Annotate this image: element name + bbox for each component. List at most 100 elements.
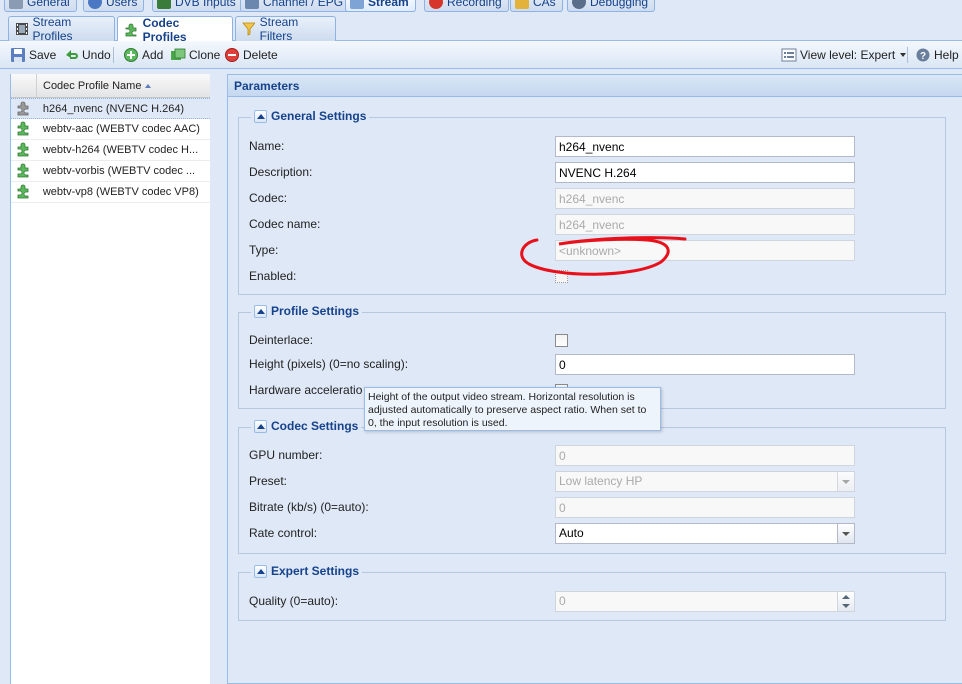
delete-icon xyxy=(225,48,239,62)
description-label: Description: xyxy=(249,165,313,179)
stream-subtab-strip: Stream Profiles Codec Profiles Stream Fi… xyxy=(0,14,962,44)
save-button[interactable]: Save xyxy=(10,46,56,64)
tab-stream[interactable]: Stream xyxy=(345,0,416,12)
hardware-acceleration-label: Hardware acceleratio xyxy=(249,383,363,397)
preset-label: Preset: xyxy=(249,474,288,488)
tab-cas-label: CAs xyxy=(533,0,556,9)
general-settings-legend: General Settings xyxy=(251,109,370,123)
tab-general[interactable]: General xyxy=(4,0,77,12)
gpu-number-field xyxy=(555,445,855,466)
puzzle-icon xyxy=(17,101,29,115)
parameters-panel: Parameters General Settings Name: Descri… xyxy=(227,74,962,684)
tab-stream-profiles[interactable]: Stream Profiles xyxy=(8,15,115,43)
tab-channel-epg-label: Channel / EPG xyxy=(263,0,344,9)
rate-control-value: Auto xyxy=(559,526,584,540)
clone-button[interactable]: Clone xyxy=(170,46,220,64)
deinterlace-checkbox[interactable] xyxy=(555,334,568,347)
save-icon xyxy=(11,48,25,62)
stream-icon xyxy=(350,0,364,9)
help-button[interactable]: ? Help xyxy=(915,46,959,64)
name-label: Name: xyxy=(249,139,285,153)
deinterlace-label: Deinterlace: xyxy=(249,333,314,347)
view-level-label: View level: Expert xyxy=(800,48,896,62)
general-settings-title: General Settings xyxy=(271,109,367,123)
collapse-icon[interactable] xyxy=(254,419,267,433)
toolbar-separator xyxy=(113,47,114,63)
chevron-down-icon[interactable] xyxy=(837,524,854,543)
tab-channel-epg[interactable]: Channel / EPG xyxy=(240,0,351,12)
tab-recording[interactable]: Recording xyxy=(424,0,509,12)
bitrate-label: Bitrate (kb/s) (0=auto): xyxy=(249,500,369,514)
tab-dvb-inputs[interactable]: DVB Inputs xyxy=(152,0,243,12)
codec-label: Codec: xyxy=(249,191,288,205)
row-label: webtv-vorbis (WEBTV codec ... xyxy=(42,165,196,177)
save-button-label: Save xyxy=(29,48,57,62)
tab-cas[interactable]: CAs xyxy=(510,0,563,12)
table-row[interactable]: webtv-h264 (WEBTV codec H... xyxy=(11,140,210,161)
table-row[interactable]: webtv-vorbis (WEBTV codec ... xyxy=(11,161,210,182)
rate-control-select[interactable]: Auto xyxy=(555,523,855,544)
collapse-icon[interactable] xyxy=(254,564,267,578)
chevron-down-icon xyxy=(900,53,907,57)
preset-value: Low latency HP xyxy=(559,474,643,488)
codec-settings-legend: Codec Settings xyxy=(251,419,362,433)
tab-general-label: General xyxy=(27,0,70,9)
add-button[interactable]: Add xyxy=(123,46,163,64)
collapse-icon[interactable] xyxy=(254,304,267,318)
tab-codec-profiles[interactable]: Codec Profiles xyxy=(117,16,233,44)
key-icon xyxy=(515,0,529,9)
row-label: webtv-aac (WEBTV codec AAC) xyxy=(42,123,200,135)
spinner-icon xyxy=(837,592,854,611)
tab-dvb-inputs-label: DVB Inputs xyxy=(175,0,236,9)
enabled-label: Enabled: xyxy=(249,269,297,283)
bug-icon xyxy=(572,0,586,9)
help-icon: ? xyxy=(916,48,930,62)
height-field[interactable] xyxy=(555,354,855,375)
collapse-icon[interactable] xyxy=(254,109,267,123)
bitrate-field xyxy=(555,497,855,518)
height-tooltip: Height of the output video stream. Horiz… xyxy=(364,387,661,431)
tab-users[interactable]: Users xyxy=(83,0,145,12)
profile-settings-title: Profile Settings xyxy=(271,304,360,318)
tab-debugging-label: Debugging xyxy=(590,0,649,9)
delete-button[interactable]: Delete xyxy=(224,46,278,64)
puzzle-icon xyxy=(17,142,29,157)
film-icon xyxy=(16,23,28,35)
toolbar: Save Undo Add Clone Delete View level: E… xyxy=(0,41,962,69)
undo-button[interactable]: Undo xyxy=(63,46,111,64)
view-level-dropdown[interactable]: View level: Expert xyxy=(781,46,907,64)
codec-settings-group: Codec Settings GPU number: Preset: Low l… xyxy=(238,419,946,554)
funnel-icon xyxy=(242,22,255,36)
profile-settings-legend: Profile Settings xyxy=(251,304,363,318)
height-label: Height (pixels) (0=no scaling): xyxy=(249,357,409,371)
column-header-label: Codec Profile Name xyxy=(43,79,142,92)
gpu-number-label: GPU number: xyxy=(249,448,323,462)
toolbar-separator-right xyxy=(907,47,908,63)
grid-header: Codec Profile Name xyxy=(11,73,210,98)
quality-stepper: 0 xyxy=(555,591,855,612)
row-label: webtv-vp8 (WEBTV codec VP8) xyxy=(42,186,199,198)
table-row[interactable]: webtv-aac (WEBTV codec AAC) xyxy=(11,119,210,140)
tab-debugging[interactable]: Debugging xyxy=(567,0,656,12)
add-icon xyxy=(124,48,138,62)
table-row[interactable]: h264_nvenc (NVENC H.264) xyxy=(11,98,210,119)
tab-recording-label: Recording xyxy=(447,0,502,9)
undo-icon xyxy=(66,50,78,59)
table-row[interactable]: webtv-vp8 (WEBTV codec VP8) xyxy=(11,182,210,203)
puzzle-icon xyxy=(17,163,29,178)
chevron-down-icon xyxy=(837,472,854,491)
name-field[interactable] xyxy=(555,136,855,157)
description-field[interactable] xyxy=(555,162,855,183)
tab-users-label: Users xyxy=(106,0,138,9)
undo-button-label: Undo xyxy=(82,48,111,62)
tab-stream-filters[interactable]: Stream Filters xyxy=(235,15,336,43)
expert-settings-title: Expert Settings xyxy=(271,564,360,578)
main-tab-strip: General Users DVB Inputs Channel / EPG S… xyxy=(0,0,962,14)
type-label: Type: xyxy=(249,243,279,257)
quality-value: 0 xyxy=(559,594,566,608)
expert-settings-group: Expert Settings Quality (0=auto): 0 xyxy=(238,564,946,621)
dvb-card-icon xyxy=(157,0,171,9)
record-icon xyxy=(429,0,443,9)
help-button-label: Help xyxy=(934,48,959,62)
column-header-codec-profile-name[interactable]: Codec Profile Name xyxy=(37,79,152,92)
